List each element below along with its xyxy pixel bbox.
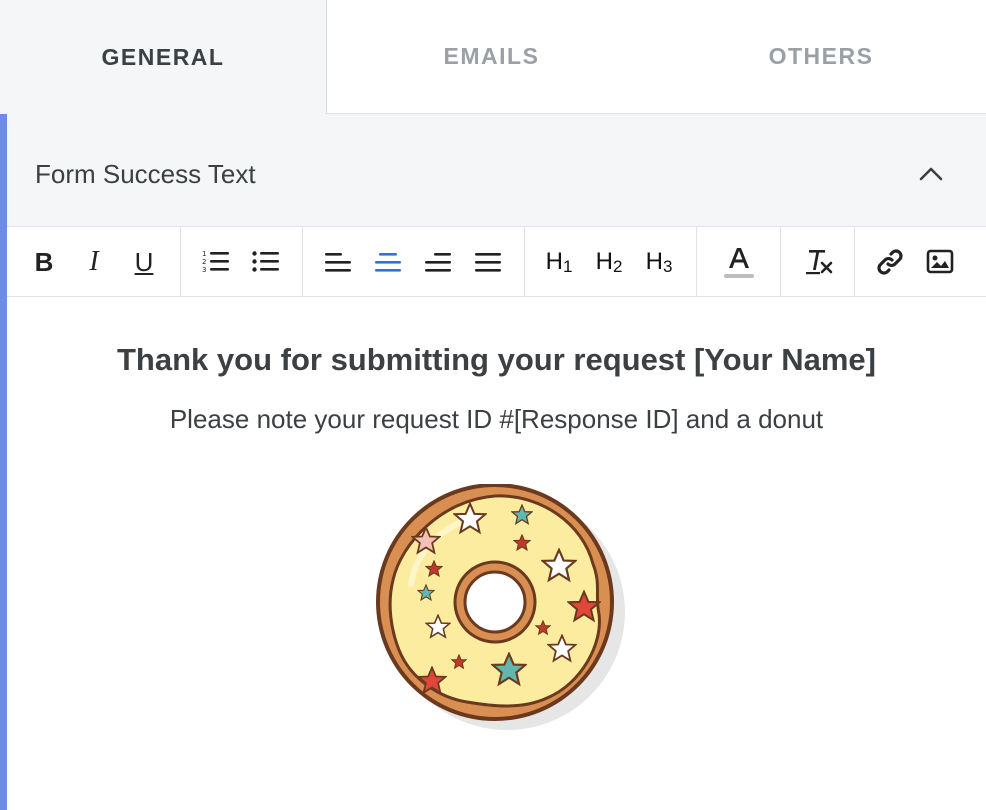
section-header[interactable]: Form Success Text — [7, 114, 986, 227]
bold-button[interactable]: B — [19, 237, 69, 287]
success-note: Please note your request ID #[Response I… — [169, 404, 824, 434]
section-title: Form Success Text — [35, 159, 256, 189]
insert-image-button[interactable] — [915, 237, 965, 287]
text-style-group: B I U — [7, 227, 181, 297]
align-left-button[interactable] — [313, 237, 363, 287]
align-center-icon — [375, 253, 401, 272]
image-icon — [926, 249, 954, 274]
align-justify-button[interactable] — [463, 237, 513, 287]
italic-button[interactable]: I — [69, 237, 119, 287]
heading-group: H1 H2 H3 — [525, 227, 697, 297]
clear-format-group — [781, 227, 855, 297]
panel-accent-bar — [0, 114, 7, 810]
link-icon — [877, 249, 903, 275]
h2-icon: H2 — [595, 247, 623, 276]
heading-3-button[interactable]: H3 — [634, 237, 684, 287]
success-heading: Thank you for submitting your request [Y… — [117, 342, 876, 377]
h3-icon: H3 — [645, 247, 673, 276]
underline-button[interactable]: U — [119, 237, 169, 287]
align-left-icon — [325, 253, 351, 272]
editor-toolbar: B I U 1 2 3 H1 H2 H3 — [7, 227, 986, 297]
bold-icon: B — [34, 246, 54, 277]
svg-text:3: 3 — [202, 266, 206, 274]
list-group: 1 2 3 — [181, 227, 303, 297]
font-color-button[interactable] — [714, 237, 764, 287]
bullet-list-button[interactable] — [241, 237, 291, 287]
heading-1-button[interactable]: H1 — [534, 237, 584, 287]
align-justify-icon — [475, 253, 501, 272]
color-group — [697, 227, 781, 297]
alignment-group — [303, 227, 525, 297]
tab-others[interactable]: OTHERS — [656, 0, 986, 114]
clear-formatting-icon — [806, 250, 833, 275]
tab-bar: GENERAL EMAILS OTHERS — [0, 0, 986, 114]
clear-formatting-button[interactable] — [794, 237, 844, 287]
h1-icon: H1 — [545, 247, 573, 276]
font-color-icon — [724, 248, 754, 278]
align-right-icon — [425, 253, 451, 272]
editor-content[interactable]: Thank you for submitting your request [Y… — [7, 298, 986, 810]
tab-emails[interactable]: EMAILS — [327, 0, 656, 114]
ordered-list-button[interactable]: 1 2 3 — [191, 237, 241, 287]
svg-text:2: 2 — [202, 258, 206, 266]
italic-icon: I — [89, 246, 99, 277]
tab-general[interactable]: GENERAL — [0, 0, 327, 114]
insert-group — [855, 227, 986, 297]
svg-text:1: 1 — [202, 250, 206, 258]
align-right-button[interactable] — [413, 237, 463, 287]
donut-image — [376, 484, 625, 730]
bullet-list-icon — [252, 251, 279, 272]
chevron-up-icon[interactable] — [916, 159, 946, 189]
ordered-list-icon: 1 2 3 — [202, 250, 229, 274]
heading-2-button[interactable]: H2 — [584, 237, 634, 287]
align-center-button[interactable] — [363, 237, 413, 287]
underline-icon: U — [134, 246, 154, 277]
insert-link-button[interactable] — [865, 237, 915, 287]
